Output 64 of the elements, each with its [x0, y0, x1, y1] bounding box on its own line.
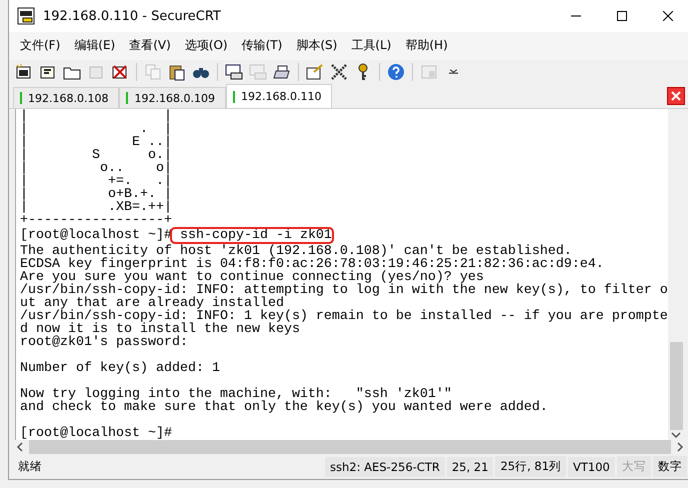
status-field: VT100: [568, 456, 615, 477]
terminal-line: | S o.|: [20, 149, 172, 162]
status-field: 就绪: [13, 456, 323, 478]
terminal-line: | .XB=.++|: [20, 201, 172, 214]
terminal-line: and check to make sure that only the key(s) you wanted were added.: [20, 401, 548, 414]
scroll-right-icon[interactable]: [674, 442, 685, 452]
terminal-line: | |: [20, 110, 172, 124]
status-mark: [232, 90, 235, 103]
terminal-line: | o+B.+. |: [20, 188, 172, 202]
menu-item[interactable]: 文件(F): [13, 35, 68, 56]
terminal-line: Now try logging into the machine, with: "ssh 'zk01'": [20, 388, 452, 402]
overflow-icon: [448, 69, 458, 74]
terminal-line: d now it is to install the new keys: [20, 323, 300, 336]
paste-icon: [168, 62, 186, 81]
maximize-icon: [616, 11, 627, 21]
status-field: 数字: [652, 456, 687, 478]
terminal-line: | E ..|: [20, 136, 172, 150]
connect-icon: [15, 62, 33, 81]
screen-print-icon: [225, 62, 243, 81]
app-icon: [17, 7, 35, 25]
menu-item[interactable]: 编辑(E): [67, 35, 122, 56]
terminal-line: ut any that are already installed: [20, 297, 284, 310]
menu-item[interactable]: 选项(O): [178, 35, 235, 56]
session-tab[interactable]: 192.168.0.110: [226, 84, 332, 108]
menu-item[interactable]: 查看(V): [122, 35, 178, 56]
session-tab[interactable]: 192.168.0.109: [119, 87, 226, 108]
help-icon: [387, 62, 405, 81]
window-title: 192.168.0.110 - SecureCRT: [43, 8, 222, 24]
close-icon: [662, 11, 673, 21]
status-field: 25, 21: [446, 456, 494, 477]
status-mark: [20, 92, 22, 104]
terminal-line: | o.. o|: [20, 162, 172, 176]
terminal-line: Are you sure you want to continue connecting (yes/no)? yes: [20, 271, 484, 284]
terminal-line: +-----------------+: [20, 214, 172, 228]
window-icon: [420, 62, 438, 81]
scroll-down-icon[interactable]: [671, 430, 682, 440]
scrollbar-thumb[interactable]: [670, 342, 683, 430]
menu-item[interactable]: 工具(L): [344, 35, 398, 56]
terminal-line: | +=. .|: [20, 175, 172, 188]
printer-icon: [273, 62, 291, 81]
menu-item[interactable]: 传输(T): [234, 35, 290, 56]
terminal-line: [root@localhost ~]#: [20, 427, 172, 440]
session-tab[interactable]: 192.168.0.108: [13, 87, 120, 108]
tools-icon: [330, 62, 348, 81]
close-tab-button[interactable]: [666, 87, 685, 106]
terminal-line: root@zk01's password:: [20, 336, 188, 350]
status-field: 25行, 81列: [495, 456, 566, 478]
status-field: ssh2: AES-256-CTR: [325, 456, 445, 477]
screen-print-icon: [249, 62, 267, 81]
terminal-command: ssh-copy-id -i zk01: [172, 229, 332, 242]
terminal-line: | . |: [20, 123, 172, 136]
disconnect-icon: [111, 62, 129, 81]
menu-item[interactable]: 帮助(H): [398, 35, 455, 56]
terminal-line: The authenticity of host 'zk01 (192.168.0.108)' can't be established.: [20, 245, 572, 258]
status-mark: [126, 92, 128, 104]
status-field: 大写: [616, 456, 651, 478]
menu-item[interactable]: 脚本(S): [289, 35, 344, 56]
copy-icon: [144, 62, 162, 81]
terminal-line: ECDSA key fingerprint is 04:f8:f0:ac:26:78:03:19:46:25:21:82:36:ac:d9:e4.: [20, 258, 604, 272]
terminal-line: Number of key(s) added: 1: [20, 362, 220, 376]
terminal-line: /usr/bin/ssh-copy-id: INFO: 1 key(s) remain to be installed -- if you are prompte: [20, 310, 668, 324]
scroll-left-icon[interactable]: [15, 442, 25, 452]
close-icon: [670, 91, 681, 102]
terminal-line: /usr/bin/ssh-copy-id: INFO: attempting to log in with the new key(s), to filter o: [20, 284, 668, 298]
